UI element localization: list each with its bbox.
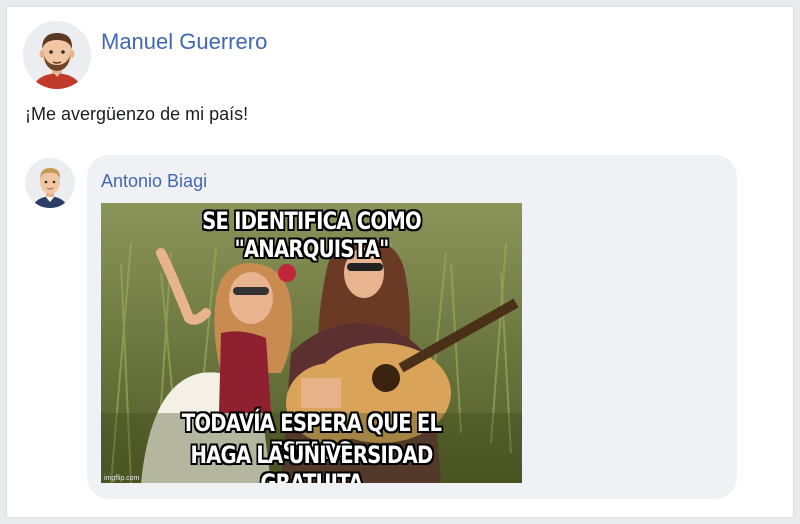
- post-card: Manuel Guerrero ¡Me avergüenzo de mi paí…: [6, 6, 794, 518]
- meme-image[interactable]: SE IDENTIFICA COMO "ANARQUISTA" TODAVÍA …: [101, 203, 522, 483]
- commenter-avatar[interactable]: [25, 158, 75, 208]
- man-avatar-icon: [23, 21, 91, 89]
- comment-bubble: Antonio Biagi SE IDENTIFICA COMO "ANARQU…: [87, 155, 737, 499]
- man-avatar-icon: [25, 158, 75, 208]
- meme-watermark: imgflip.com: [104, 475, 140, 482]
- post-author-link[interactable]: Manuel Guerrero: [101, 29, 267, 55]
- meme-bottom-caption-line2: HAGA LA UNIVERSIDAD GRATUITA: [190, 441, 433, 483]
- comment-author-link[interactable]: Antonio Biagi: [101, 171, 207, 192]
- meme-top-caption: SE IDENTIFICA COMO "ANARQUISTA": [202, 207, 422, 263]
- author-avatar[interactable]: [23, 21, 91, 89]
- post-text: ¡Me avergüenzo de mi país!: [25, 104, 249, 124]
